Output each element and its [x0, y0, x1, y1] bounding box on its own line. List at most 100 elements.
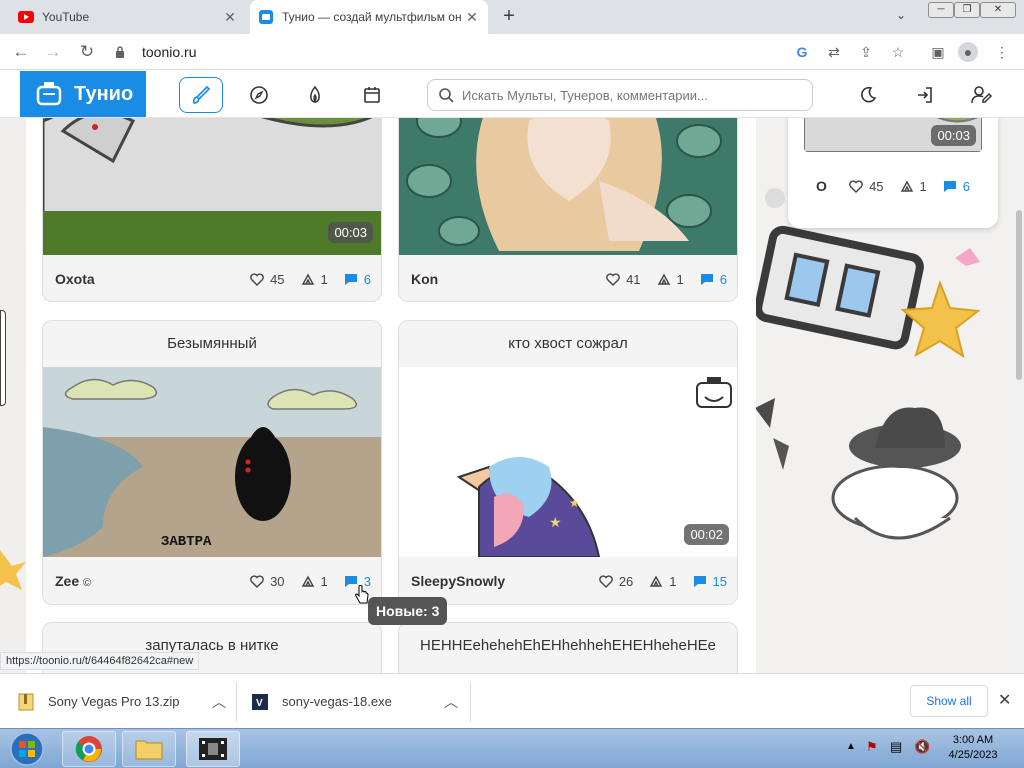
likes-count: 26: [618, 573, 634, 589]
reposts-stat[interactable]: 1: [301, 272, 328, 287]
bookmark-star-icon[interactable]: ☆: [888, 42, 908, 62]
site-logo[interactable]: Тунио: [20, 71, 146, 117]
download-item[interactable]: Sony Vegas Pro 13.zip ︿: [18, 674, 236, 729]
reposts-stat[interactable]: 1: [301, 574, 328, 589]
toon-thumbnail[interactable]: ЗАВТРА: [43, 367, 381, 557]
comments-stat[interactable]: 6: [344, 272, 371, 287]
login-button[interactable]: [903, 77, 947, 113]
author-name[interactable]: SleepySnowly: [411, 573, 583, 589]
close-window-button[interactable]: ✕: [980, 2, 1016, 18]
heart-icon: [250, 574, 264, 588]
translate-icon[interactable]: ⇄: [824, 42, 844, 62]
tab-search-chevron-icon[interactable]: ⌄: [896, 8, 906, 22]
side-card-footer: O 45 1 6: [788, 162, 998, 210]
moon-icon: [861, 86, 877, 103]
page-viewport: 00:03 O 45 1 6 00:03 Oxota 45 1 6 Kon 41…: [0, 70, 1024, 673]
download-options-chevron-icon[interactable]: ︿: [212, 692, 226, 712]
repost-icon: [301, 575, 314, 587]
heart-icon: [606, 272, 620, 286]
comments-stat[interactable]: 6: [700, 272, 727, 287]
show-all-downloads-button[interactable]: Show all: [910, 685, 988, 717]
likes-count: 41: [626, 271, 641, 287]
nav-calendar-button[interactable]: [350, 77, 394, 113]
author-name[interactable]: O: [816, 178, 833, 194]
taskbar-video-app[interactable]: [186, 731, 240, 767]
comment-icon: [943, 180, 956, 192]
download-options-chevron-icon[interactable]: ︿: [444, 692, 458, 712]
likes-stat[interactable]: 26: [599, 574, 633, 589]
likes-stat[interactable]: 45: [250, 271, 285, 287]
comments-stat[interactable]: 15: [693, 574, 727, 589]
vegas-exe-icon: V: [252, 693, 268, 710]
zip-file-icon: [18, 693, 34, 710]
google-icon[interactable]: G: [792, 42, 812, 62]
network-icon[interactable]: ▤: [890, 739, 902, 755]
download-item[interactable]: V sony-vegas-18.exe ︿: [252, 674, 468, 729]
toon-title[interactable]: кто хвост сожрал: [399, 321, 737, 365]
chrome-menu-icon[interactable]: ⋮: [992, 42, 1012, 62]
close-tab-icon[interactable]: ✕: [464, 9, 480, 25]
volume-muted-icon[interactable]: 🔇: [914, 739, 930, 755]
nav-explore-button[interactable]: [237, 77, 281, 113]
taskbar-explorer[interactable]: [122, 731, 176, 767]
heart-icon: [250, 272, 264, 286]
author-name[interactable]: Oxota: [55, 271, 234, 287]
action-center-icon[interactable]: ⚑: [866, 739, 878, 755]
taskbar-chrome[interactable]: [62, 731, 116, 767]
page-scrollbar[interactable]: [1014, 70, 1024, 673]
likes-count: 45: [270, 271, 285, 287]
lock-icon[interactable]: [108, 46, 132, 58]
nav-create-button[interactable]: [179, 77, 223, 113]
share-icon[interactable]: ⇪: [856, 42, 876, 62]
toon-card[interactable]: Безымянный ЗАВТРА Zee © 30 1 3: [42, 320, 382, 605]
system-clock[interactable]: 3:00 AM 4/25/2023: [944, 733, 1002, 763]
theme-toggle-button[interactable]: [846, 77, 890, 113]
card-footer: Zee © 30 1 3: [43, 557, 381, 604]
scrollbar-thumb[interactable]: [1016, 210, 1022, 380]
svg-text:V: V: [256, 698, 263, 709]
reposts-stat[interactable]: 1: [657, 272, 684, 287]
comments-count: 6: [719, 271, 727, 287]
forward-arrow-icon[interactable]: →: [42, 41, 64, 63]
divider: [236, 682, 237, 722]
folder-icon: [135, 740, 163, 760]
reposts-stat[interactable]: 1: [649, 574, 677, 589]
author-mark: ©: [83, 577, 92, 589]
close-tab-icon[interactable]: ✕: [222, 9, 238, 25]
comments-count: 15: [712, 573, 727, 589]
restore-button[interactable]: ❐: [954, 2, 980, 18]
likes-stat[interactable]: 45: [849, 178, 884, 194]
repost-icon: [650, 575, 663, 587]
comments-count: 6: [962, 178, 970, 194]
nav-hot-button[interactable]: [293, 77, 337, 113]
comment-icon: [700, 273, 713, 285]
likes-stat[interactable]: 41: [606, 271, 641, 287]
toon-title[interactable]: Безымянный: [43, 321, 381, 365]
tab-youtube[interactable]: YouTube ✕: [10, 0, 246, 34]
register-button[interactable]: [960, 77, 1004, 113]
tray-expand-icon[interactable]: ▲: [846, 741, 856, 752]
toon-card[interactable]: HEHHEehehehEhEHhehhehEHEHheheHEe: [398, 622, 738, 673]
minimize-button[interactable]: ─: [928, 2, 954, 18]
close-downloads-icon[interactable]: ✕: [998, 690, 1011, 710]
left-edge-panel[interactable]: [0, 310, 6, 406]
start-button[interactable]: [4, 729, 50, 768]
author-name[interactable]: Kon: [411, 271, 590, 287]
toon-thumbnail[interactable]: ★ ★ 00:02: [399, 367, 737, 557]
back-arrow-icon[interactable]: ←: [10, 41, 32, 63]
profile-avatar-icon[interactable]: ●: [958, 42, 978, 62]
toon-card[interactable]: кто хвост сожрал ★ ★ 00:02 SleepySnowly: [398, 320, 738, 605]
new-tab-button[interactable]: +: [498, 6, 520, 28]
author-name[interactable]: Zee ©: [55, 573, 234, 589]
duration-badge: 00:03: [931, 125, 976, 146]
comments-stat[interactable]: 6: [943, 179, 970, 194]
site-search-input[interactable]: Искать Мульты, Тунеров, комментарии...: [427, 79, 813, 111]
likes-stat[interactable]: 30: [250, 574, 285, 589]
reposts-stat[interactable]: 1: [900, 179, 927, 194]
toon-title[interactable]: HEHHEehehehEhEHhehhehEHEHheheHEe: [399, 623, 737, 667]
reload-icon[interactable]: ↻: [76, 41, 98, 63]
flame-icon: [310, 85, 320, 103]
likes-count: 45: [869, 178, 884, 194]
tab-toonio[interactable]: Тунио — создай мультфильм он ✕: [250, 0, 488, 34]
side-panel-icon[interactable]: ▣: [928, 42, 948, 62]
